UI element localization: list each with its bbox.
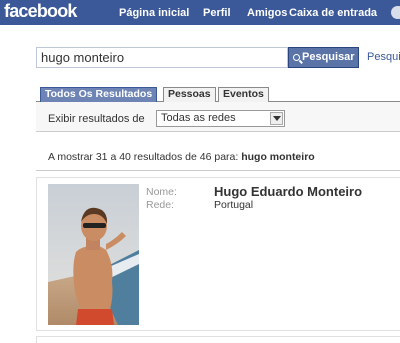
next-result-card bbox=[36, 336, 400, 343]
results-divider bbox=[36, 170, 400, 171]
profile-photo[interactable] bbox=[48, 184, 139, 325]
nav-profile[interactable]: Perfil bbox=[203, 7, 231, 19]
search-input[interactable] bbox=[36, 47, 288, 68]
network-label: Rede: bbox=[146, 199, 175, 211]
tab-all-results[interactable]: Todos Os Resultados bbox=[40, 87, 158, 102]
result-network: Portugal bbox=[214, 199, 254, 211]
results-summary-text: A mostrar 31 a 40 resultados de 46 para: bbox=[48, 151, 242, 163]
name-label: Nome: bbox=[146, 186, 177, 198]
results-summary: A mostrar 31 a 40 resultados de 46 para:… bbox=[48, 151, 315, 163]
nav-home[interactable]: Página inicial bbox=[119, 7, 189, 19]
tab-people[interactable]: Pessoas bbox=[163, 87, 216, 102]
top-bar: facebook Página inicial Perfil Amigos Ca… bbox=[0, 0, 400, 25]
result-name-link[interactable]: Hugo Eduardo Monteiro bbox=[214, 184, 362, 199]
search-icon bbox=[293, 54, 300, 61]
search-button[interactable]: Pesquisar bbox=[288, 47, 359, 68]
results-query: hugo monteiro bbox=[241, 151, 315, 163]
search-button-label: Pesquisar bbox=[302, 51, 355, 63]
network-select-value: Todas as redes bbox=[161, 112, 236, 124]
network-select[interactable]: Todas as redes bbox=[156, 110, 285, 127]
inbox-count-badge[interactable] bbox=[391, 6, 400, 19]
filter-label: Exibir resultados de bbox=[48, 113, 145, 125]
tab-events[interactable]: Eventos bbox=[218, 87, 269, 102]
chevron-down-icon bbox=[270, 112, 283, 125]
nav-friends[interactable]: Amigos bbox=[247, 7, 287, 19]
nav-inbox[interactable]: Caixa de entrada bbox=[289, 7, 377, 19]
advanced-search-link[interactable]: Pesquis bbox=[367, 51, 400, 63]
facebook-logo[interactable]: facebook bbox=[4, 1, 77, 22]
